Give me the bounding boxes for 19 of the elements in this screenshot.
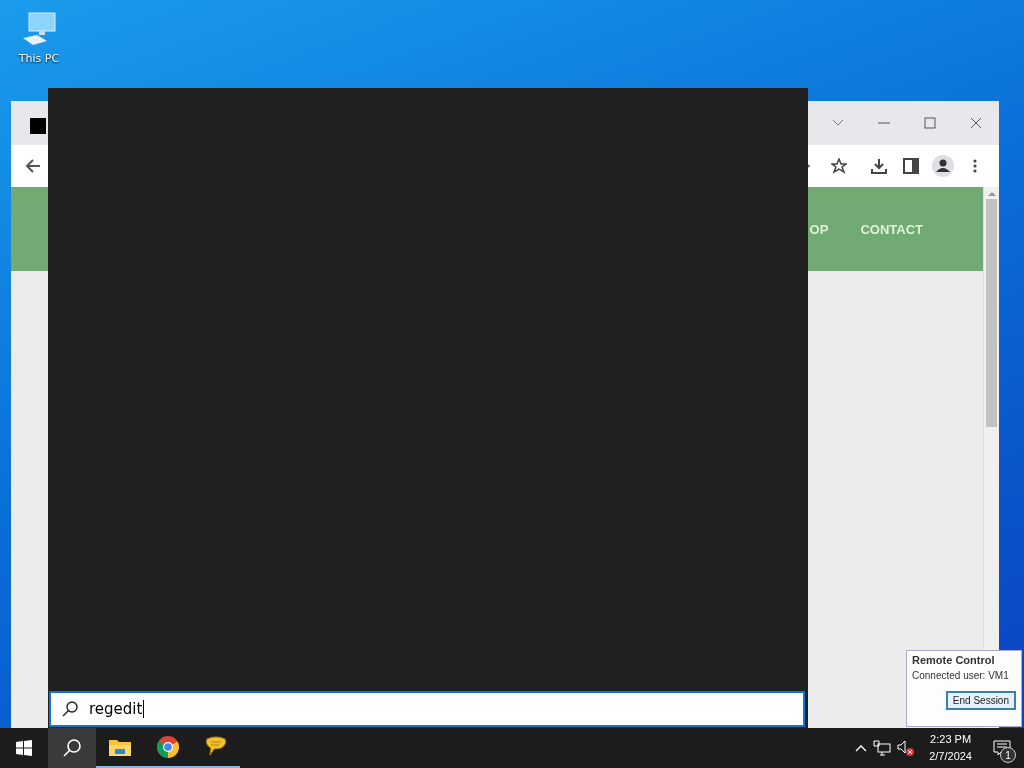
tab-favicon (30, 118, 46, 134)
end-session-button[interactable]: End Session (945, 691, 1016, 710)
chrome-icon (156, 735, 180, 759)
search-button[interactable] (48, 728, 96, 768)
popup-title: Remote Control (912, 654, 996, 666)
clock[interactable]: 2:23 PM 2/7/2024 (921, 731, 980, 765)
close-icon[interactable] (970, 117, 982, 129)
search-field[interactable]: regedit (49, 691, 805, 727)
maximize-icon[interactable] (924, 117, 936, 129)
windows-icon (16, 740, 32, 756)
notification-button[interactable]: 1 (986, 728, 1018, 768)
search-icon (62, 738, 82, 758)
network-icon[interactable] (873, 740, 892, 756)
speaker-muted-icon[interactable] (897, 740, 916, 756)
folder-icon (108, 737, 132, 757)
chevron-up-icon[interactable] (855, 744, 868, 752)
search-icon (61, 700, 79, 718)
popup-text: Connected user: VM1 (912, 670, 1010, 681)
back-icon[interactable] (25, 158, 41, 174)
